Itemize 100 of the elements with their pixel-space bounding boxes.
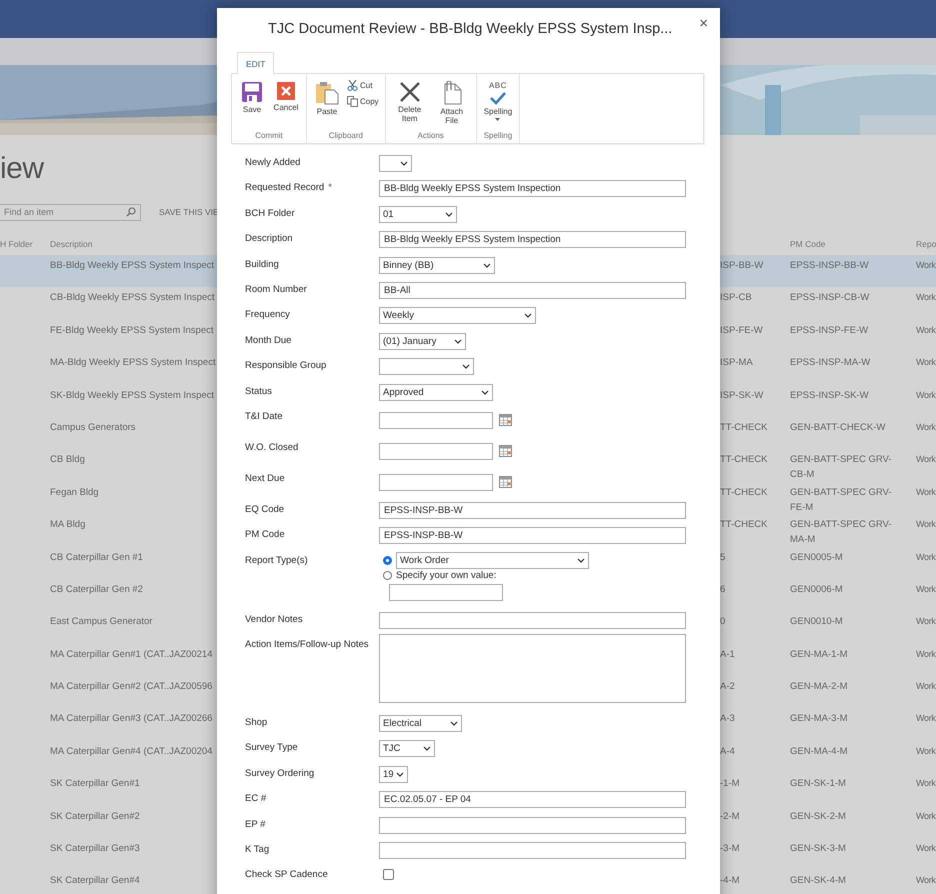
- attach-button[interactable]: Attach File: [432, 79, 472, 131]
- group-label: Clipboard: [328, 131, 364, 142]
- group-label: Commit: [254, 131, 284, 142]
- date-field[interactable]: [379, 442, 493, 460]
- table-cell-text: Work: [916, 324, 936, 337]
- text-field[interactable]: [379, 842, 686, 860]
- field-label: Responsible Group: [245, 359, 326, 372]
- table-cell-text: TT-CHECK: [720, 453, 768, 468]
- table-cell-text: EPSS-INSP-FE-W: [790, 324, 868, 338]
- paste-button[interactable]: Paste: [311, 79, 343, 131]
- text-field[interactable]: EPSS-INSP-BB-W: [379, 502, 686, 519]
- field-label: Action Items/Follow-up Notes: [245, 638, 369, 650]
- table-cell-text: -4-M: [720, 874, 740, 888]
- dropdown[interactable]: [379, 358, 474, 376]
- group-label: Spelling: [482, 131, 514, 142]
- text-field[interactable]: EC.02.05.07 - EP 04: [379, 791, 686, 808]
- table-cell-text: Work: [916, 810, 936, 823]
- notes-field[interactable]: [379, 634, 686, 704]
- table-cell-text: Work: [916, 874, 936, 888]
- field-label: BCH Folder: [245, 206, 295, 219]
- dropdown[interactable]: (01) January: [379, 332, 466, 350]
- close-button[interactable]: ×: [697, 15, 710, 32]
- table-cell-text: GEN-BATT-SPEC GRV-MA-M: [790, 518, 893, 548]
- table-cell-text: ISP-BB-W: [720, 259, 764, 273]
- field-label: Check SP Cadence: [245, 868, 328, 880]
- table-cell-text: GEN-MA-2-M: [790, 680, 848, 694]
- cut-button[interactable]: Cut: [345, 79, 381, 92]
- field-label: W.O. Closed: [245, 440, 298, 453]
- table-cell-text: Work: [916, 648, 936, 661]
- dropdown[interactable]: 19: [379, 766, 408, 783]
- table-cell-text: Campus Generators: [50, 420, 136, 435]
- table-cell-text: East Campus Generator: [50, 615, 152, 630]
- table-cell-text: BB-Bldg Weekly EPSS System Inspect: [50, 259, 214, 273]
- spelling-button[interactable]: ABC Spelling: [480, 79, 516, 131]
- radio-button[interactable]: [383, 556, 392, 565]
- calendar-icon[interactable]: [499, 476, 512, 488]
- table-cell-text: SK Caterpillar Gen#2: [50, 810, 140, 824]
- text-field[interactable]: [379, 612, 686, 629]
- table-cell-text: TT-CHECK: [720, 518, 768, 532]
- scissors-icon: [347, 80, 358, 91]
- ribbon-tab[interactable]: EDIT: [237, 52, 274, 74]
- chevron-icon: [450, 721, 458, 726]
- table-cell-text: GEN0010-M: [790, 615, 843, 630]
- text-field[interactable]: [379, 816, 686, 834]
- table-cell-text: Work: [916, 582, 936, 596]
- chevron-icon: [454, 338, 462, 344]
- cancel-button[interactable]: Cancel: [270, 79, 302, 131]
- field-label: Newly Added: [245, 156, 300, 168]
- field-label: Shop: [245, 716, 268, 728]
- text-field[interactable]: BB-Bldg Weekly EPSS System Inspection: [379, 231, 686, 248]
- field-label: Next Due: [245, 472, 285, 484]
- dropdown[interactable]: [379, 155, 412, 172]
- dropdown[interactable]: TJC: [379, 740, 435, 758]
- table-cell-text: GEN-SK-1-M: [790, 777, 846, 792]
- table-cell-text: Work: [916, 712, 936, 726]
- table-cell-text: GEN-MA-4-M: [790, 744, 848, 759]
- date-field[interactable]: [379, 412, 493, 429]
- save-button[interactable]: Save: [236, 79, 268, 131]
- dropdown[interactable]: Binney (BB): [379, 256, 495, 274]
- table-cell-text: 6: [720, 582, 726, 597]
- table-cell-text: Work: [916, 259, 936, 272]
- field-label: Month Due: [245, 334, 292, 346]
- table-cell-text: CB Caterpillar Gen #2: [50, 582, 143, 597]
- table-cell-text: 0: [720, 615, 726, 630]
- text-field[interactable]: BB-Bldg Weekly EPSS System Inspection: [379, 180, 686, 198]
- table-cell-text: CB Bldg: [50, 453, 85, 468]
- table-cell-text: Work: [916, 680, 936, 694]
- table-cell-text: -1-M: [720, 777, 740, 792]
- option-label[interactable]: Specify your own value:: [396, 570, 496, 581]
- date-field[interactable]: [379, 474, 493, 491]
- table-cell-text: A-3: [720, 712, 735, 726]
- table-cell-text: EPSS-INSP-BB-W: [790, 259, 869, 273]
- checkbox[interactable]: [383, 869, 394, 880]
- table-cell-text: MA Caterpillar Gen#4 (CAT..JAZ00204: [50, 744, 212, 759]
- calendar-icon[interactable]: [499, 444, 512, 457]
- dropdown[interactable]: Weekly: [379, 307, 536, 324]
- table-cell-text: GEN-SK-2-M: [790, 810, 846, 824]
- text-field[interactable]: EPSS-INSP-BB-W: [379, 527, 686, 544]
- clipboard-icon: [315, 81, 339, 105]
- search-icon: [126, 207, 136, 217]
- copy-button[interactable]: Copy: [345, 95, 381, 108]
- dropdown[interactable]: Approved: [379, 384, 493, 401]
- dropdown[interactable]: Electrical: [379, 715, 462, 732]
- table-cell-text: CB-Bldg Weekly EPSS System Inspect: [50, 291, 215, 306]
- calendar-icon[interactable]: [499, 414, 512, 426]
- table-cell-text: EPSS-INSP-SK-W: [790, 388, 869, 403]
- delete-button[interactable]: Delete Item: [390, 79, 430, 131]
- table-cell-text: SK-Bldg Weekly EPSS System Inspect: [50, 388, 214, 403]
- text-field[interactable]: BB-All: [379, 282, 686, 299]
- dropdown[interactable]: Work Order: [396, 552, 589, 569]
- table-cell-text: Work: [916, 453, 936, 466]
- radio-button[interactable]: [383, 570, 392, 580]
- table-cell-text: 5: [720, 550, 726, 565]
- dropdown[interactable]: 01: [379, 206, 457, 223]
- table-cell-text: Work: [916, 518, 936, 532]
- table-cell-text: GEN-SK-3-M: [790, 842, 846, 856]
- page-heading: iew: [0, 151, 44, 187]
- table-cell-text: Work: [916, 777, 936, 790]
- chevron-icon: [423, 746, 431, 752]
- custom-value-field[interactable]: [389, 584, 503, 601]
